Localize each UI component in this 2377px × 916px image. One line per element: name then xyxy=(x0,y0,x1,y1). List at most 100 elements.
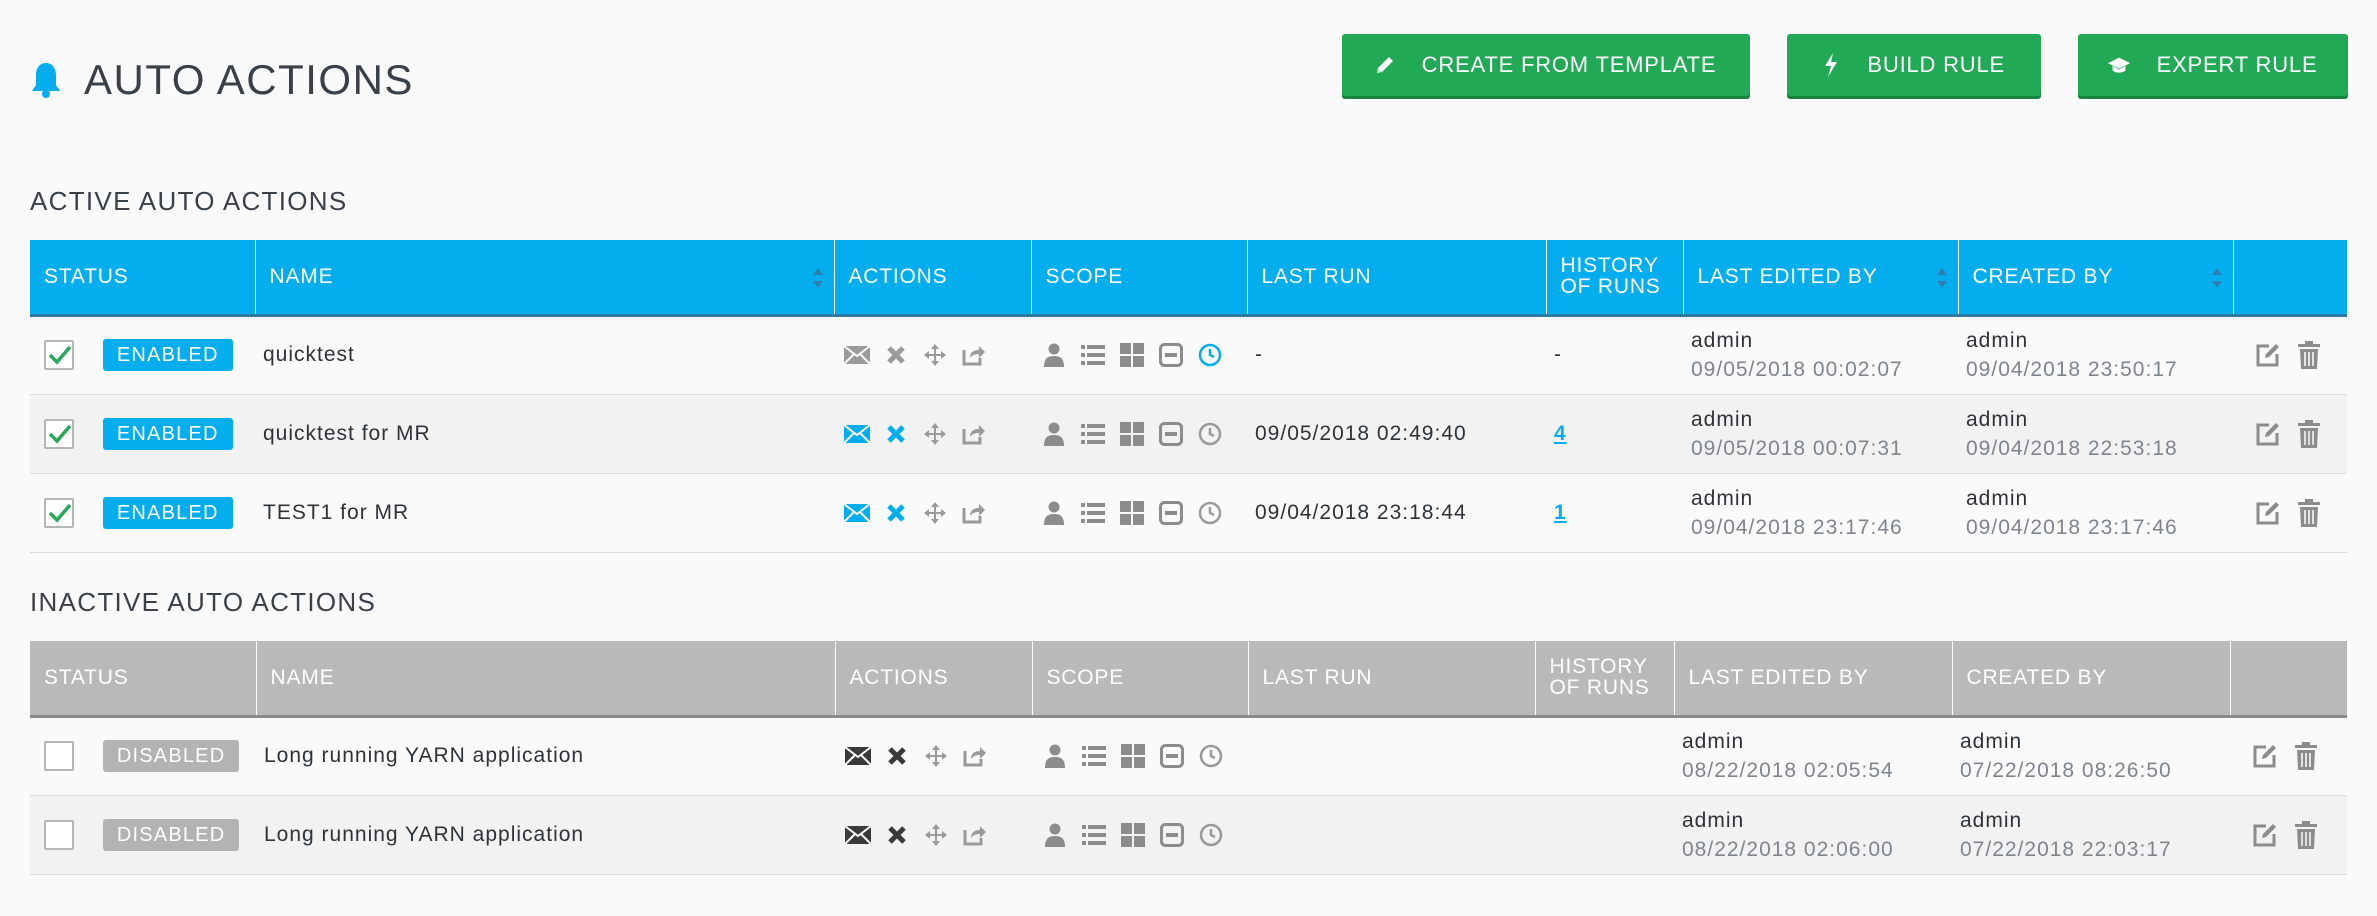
history-label-line2: OF RUNS xyxy=(1549,675,1650,699)
column-header-name[interactable]: NAME xyxy=(255,240,835,315)
history-of-runs xyxy=(1535,716,1674,796)
column-header-scope[interactable]: SCOPE xyxy=(1032,641,1249,716)
create-from-template-button[interactable]: CREATE FROM TEMPLATE xyxy=(1342,34,1750,96)
status-badge[interactable]: ENABLED xyxy=(102,417,233,450)
scope-icons xyxy=(1039,421,1239,447)
page-header: AUTO ACTIONS xyxy=(30,50,414,110)
list-scope-icon xyxy=(1081,822,1107,848)
column-header-last-run[interactable]: LAST RUN xyxy=(1248,641,1536,716)
history-of-runs: - xyxy=(1546,315,1683,395)
share-action-icon xyxy=(961,500,987,526)
last-run: - xyxy=(1247,315,1546,395)
trash-icon[interactable] xyxy=(2297,341,2321,369)
sort-icon[interactable] xyxy=(1936,266,1948,290)
window-scope-icon xyxy=(1158,421,1184,447)
status-checkbox[interactable] xyxy=(44,340,74,370)
edit-icon[interactable] xyxy=(2255,342,2281,368)
created-time: 07/22/2018 22:03:17 xyxy=(1960,837,2172,861)
column-header-last-run[interactable]: LAST RUN xyxy=(1247,240,1547,315)
created-time: 07/22/2018 08:26:50 xyxy=(1960,759,2172,782)
email-action-icon xyxy=(844,342,870,368)
column-header-status[interactable]: STATUS xyxy=(30,240,256,315)
table-row: DISABLED Long running YARN application a… xyxy=(30,716,2347,796)
table-row: ENABLED quicktest for MR 09/05/2018 02:4… xyxy=(30,394,2347,474)
column-header-history[interactable]: HISTORY OF RUNS xyxy=(1535,641,1675,716)
window-scope-icon xyxy=(1159,743,1185,769)
status-checkbox[interactable] xyxy=(44,741,74,771)
rule-name: Long running YARN application xyxy=(256,716,835,796)
clock-scope-icon xyxy=(1197,500,1223,526)
active-section-title: ACTIVE AUTO ACTIONS xyxy=(30,186,348,216)
history-of-runs-link[interactable]: 1 xyxy=(1554,501,1567,524)
kill-action-icon xyxy=(884,743,910,769)
last-run xyxy=(1248,716,1535,796)
column-header-scope[interactable]: SCOPE xyxy=(1031,240,1248,315)
kill-action-icon xyxy=(883,342,909,368)
user-scope-icon xyxy=(1041,500,1067,526)
bell-icon xyxy=(32,63,60,98)
column-header-last-edited-by[interactable]: LAST EDITED BY xyxy=(1674,641,1953,716)
status-badge[interactable]: DISABLED xyxy=(102,740,240,772)
kill-action-icon xyxy=(883,421,909,447)
trash-icon[interactable] xyxy=(2294,820,2318,849)
page-title: AUTO ACTIONS xyxy=(84,56,414,103)
last-edited-user: admin xyxy=(1691,486,1754,510)
share-action-icon xyxy=(961,342,987,368)
scope-icons xyxy=(1040,743,1240,769)
rule-name: quicktest for MR xyxy=(255,394,834,474)
table-header-row: STATUS NAME ACTIONS SCOPE LAST RUN HISTO… xyxy=(30,641,2347,716)
sort-icon[interactable] xyxy=(2211,266,2223,290)
grid-scope-icon xyxy=(1120,743,1146,769)
created-user: admin xyxy=(1966,486,2029,510)
user-scope-icon xyxy=(1042,822,1068,848)
status-checkbox[interactable] xyxy=(44,418,74,449)
status-badge[interactable]: ENABLED xyxy=(102,339,233,371)
sort-icon[interactable] xyxy=(812,266,824,290)
last-edited-time: 09/05/2018 00:07:31 xyxy=(1691,436,1903,460)
build-rule-button[interactable]: BUILD RULE xyxy=(1787,34,2041,96)
created-time: 09/04/2018 23:17:46 xyxy=(1966,515,2178,539)
edit-icon[interactable] xyxy=(2252,743,2278,769)
status-badge[interactable]: DISABLED xyxy=(102,818,240,851)
column-header-actions[interactable]: ACTIONS xyxy=(834,240,1032,315)
status-checkbox[interactable] xyxy=(44,497,74,528)
last-edited-user: admin xyxy=(1682,730,1745,753)
status-badge[interactable]: ENABLED xyxy=(102,496,233,529)
last-edited-by-label: LAST EDITED BY xyxy=(1697,264,1878,288)
move-action-icon xyxy=(923,822,949,848)
last-edited-time: 09/05/2018 00:02:07 xyxy=(1691,358,1903,381)
kill-action-icon xyxy=(884,822,910,848)
trash-icon[interactable] xyxy=(2297,419,2321,448)
table-row: ENABLED quicktest - - admin 09/05/2018 0… xyxy=(30,315,2347,395)
last-run: 09/05/2018 02:49:40 xyxy=(1247,394,1546,474)
created-time: 09/04/2018 23:50:17 xyxy=(1966,358,2178,381)
column-header-history[interactable]: HISTORY OF RUNS xyxy=(1546,240,1684,315)
trash-icon[interactable] xyxy=(2297,498,2321,527)
last-edited-user: admin xyxy=(1691,407,1754,431)
column-header-created-by[interactable]: CREATED BY xyxy=(1958,240,2234,315)
window-scope-icon xyxy=(1158,500,1184,526)
edit-icon[interactable] xyxy=(2255,500,2281,526)
history-label-line2: OF RUNS xyxy=(1560,274,1661,298)
list-scope-icon xyxy=(1080,421,1106,447)
expert-rule-button[interactable]: EXPERT RULE xyxy=(2078,34,2348,96)
clock-scope-icon xyxy=(1198,743,1224,769)
column-header-created-by[interactable]: CREATED BY xyxy=(1952,641,2231,716)
column-header-actions[interactable]: ACTIONS xyxy=(835,641,1033,716)
status-checkbox[interactable] xyxy=(44,819,74,850)
created-time: 09/04/2018 22:53:18 xyxy=(1966,436,2178,460)
edit-icon[interactable] xyxy=(2252,822,2278,848)
last-edited-time: 08/22/2018 02:06:00 xyxy=(1682,837,1894,861)
column-header-status[interactable]: STATUS xyxy=(30,641,257,716)
create-from-template-label: CREATE FROM TEMPLATE xyxy=(1421,52,1717,77)
column-header-name[interactable]: NAME xyxy=(256,641,836,716)
table-row: DISABLED Long running YARN application a… xyxy=(30,795,2347,875)
trash-icon[interactable] xyxy=(2294,742,2318,770)
created-user: admin xyxy=(1960,808,2023,832)
last-edited-user: admin xyxy=(1691,329,1754,352)
last-edited-user: admin xyxy=(1682,808,1745,832)
history-of-runs-link[interactable]: 4 xyxy=(1554,422,1567,445)
edit-icon[interactable] xyxy=(2255,421,2281,447)
inactive-table: STATUS NAME ACTIONS SCOPE LAST RUN HISTO… xyxy=(30,641,2347,875)
column-header-last-edited-by[interactable]: LAST EDITED BY xyxy=(1683,240,1959,315)
